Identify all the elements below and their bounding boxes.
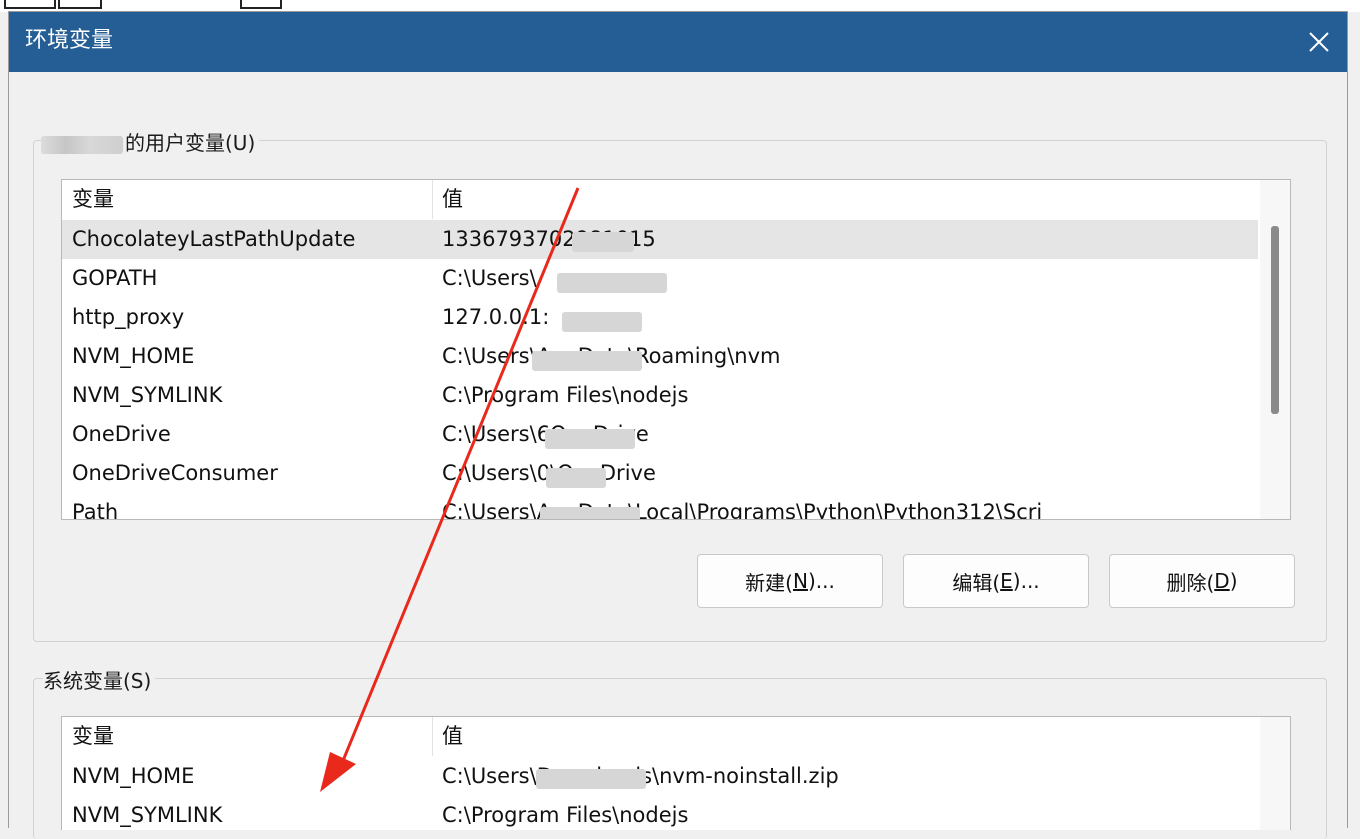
system-variables-list[interactable]: 变量 值 NVM_HOME C:\Users\Downloads\nvm-noi… [61,716,1291,830]
scrollbar[interactable] [1260,180,1290,519]
redaction-blur [532,351,642,371]
table-row[interactable]: NVM_SYMLINK C:\Program Files\nodejs [62,796,1258,830]
list-header: 变量 值 [62,717,1258,756]
var-name: NVM_HOME [72,344,195,368]
column-header-name[interactable]: 变量 [72,180,427,219]
scrollbar-thumb[interactable] [1271,226,1279,414]
table-row[interactable]: http_proxy 127.0.0.1: [62,298,1258,337]
list-header: 变量 值 [62,180,1258,219]
var-value: 1336793702981015 [442,227,656,251]
var-name: NVM_SYMLINK [72,383,223,407]
column-header-name[interactable]: 变量 [72,717,427,756]
taskbar-fragment [4,0,56,9]
redaction-blur [557,273,667,293]
user-variables-list[interactable]: 变量 值 ChocolateyLastPathUpdate 1336793702… [61,179,1291,520]
var-name: http_proxy [72,305,185,329]
edit-button[interactable]: 编辑(E)... [903,554,1089,608]
var-name: OneDriveConsumer [72,461,278,485]
table-row[interactable]: OneDrive C:\Users\6OneDrive [62,415,1258,454]
redaction-blur [572,232,634,252]
table-row[interactable]: OneDriveConsumer C:\Users\0\OneDrive [62,454,1258,493]
column-header-value[interactable]: 值 [442,717,1252,756]
window-title: 环境变量 [25,28,114,53]
var-name: ChocolateyLastPathUpdate [72,227,356,251]
scrollbar[interactable] [1260,717,1290,830]
var-name: NVM_HOME [72,764,195,788]
close-button[interactable] [1291,12,1347,72]
table-row[interactable]: ChocolateyLastPathUpdate 133679370298101… [62,220,1258,259]
new-button[interactable]: 新建(N)... [697,554,883,608]
redaction-blur [546,468,606,488]
column-header-value[interactable]: 值 [442,180,1252,219]
delete-button[interactable]: 删除(D) [1109,554,1295,608]
redaction-blur [545,429,635,449]
var-value: C:\Program Files\nodejs [442,383,689,407]
table-row[interactable]: NVM_SYMLINK C:\Program Files\nodejs [62,376,1258,415]
redaction-blur [536,769,646,789]
system-variables-label: 系统变量(S) [43,668,156,694]
redaction-blur [562,312,642,332]
close-icon [1309,32,1329,52]
user-variables-label: 的用户变量(U) [41,130,260,156]
redacted-username [41,135,123,154]
var-name: OneDrive [72,422,171,446]
var-name: NVM_SYMLINK [72,803,223,827]
var-name: Path [72,500,119,520]
title-bar: 环境变量 [9,12,1347,72]
table-row[interactable]: NVM_HOME C:\Users\Downloads\nvm-noinstal… [62,757,1258,796]
var-value: C:\Program Files\nodejs [442,803,689,827]
taskbar-fragment [240,0,282,9]
table-row[interactable]: Path C:\Users\AppData\Local\Programs\Pyt… [62,493,1258,520]
table-row[interactable]: NVM_HOME C:\Users\AppData\Roaming\nvm [62,337,1258,376]
redaction-blur [540,507,640,519]
taskbar-fragment [58,0,102,9]
var-name: GOPATH [72,266,158,290]
environment-variables-dialog: 环境变量 的用户变量(U) 变量 值 ChocolateyLastPathUpd… [8,11,1348,839]
